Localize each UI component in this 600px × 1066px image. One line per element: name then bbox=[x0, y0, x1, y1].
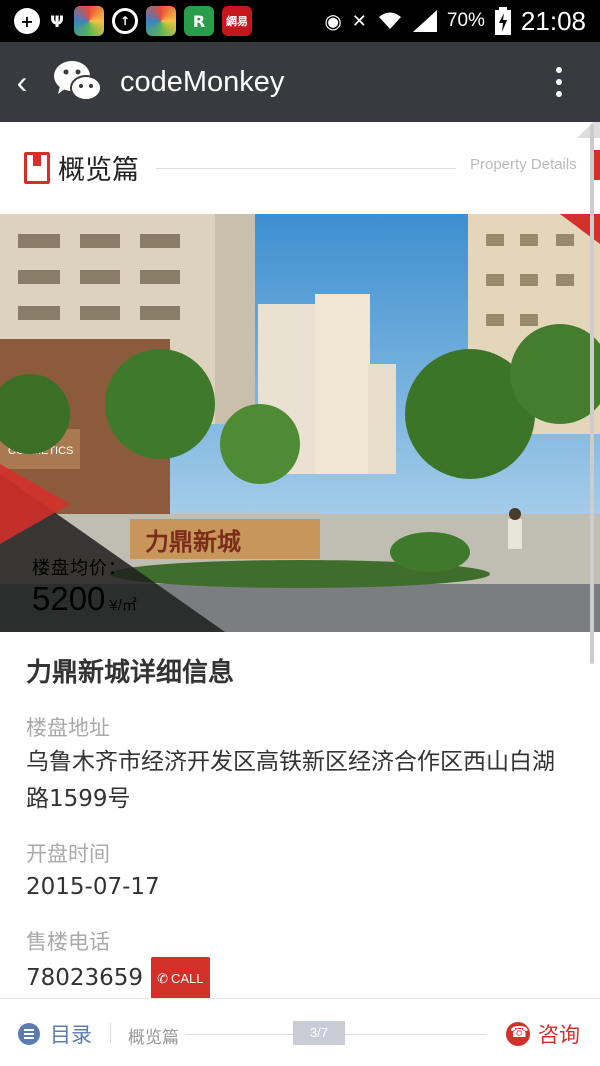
info-title: 力鼎新城详细信息 bbox=[26, 658, 235, 688]
signal-icon bbox=[412, 10, 437, 32]
phone-row: 78023659 ✆ CALL bbox=[26, 957, 571, 1000]
phone-icon: ✆ bbox=[157, 971, 168, 986]
battery-percent: 70% bbox=[446, 10, 485, 31]
phone-value: 78023659 bbox=[26, 965, 144, 991]
section-divider bbox=[156, 168, 456, 169]
toc-button[interactable]: 目录 bbox=[50, 1019, 92, 1049]
app-icon bbox=[146, 6, 176, 36]
list-icon[interactable] bbox=[18, 1023, 40, 1045]
section-header: 概览篇 Property Details bbox=[0, 122, 600, 214]
app-title: codeMonkey bbox=[120, 65, 285, 98]
usb-icon: Ψ bbox=[50, 11, 64, 31]
netease-icon: 網易 bbox=[222, 6, 252, 36]
bottom-bar: 目录 概览篇 3/7 咨询 bbox=[0, 998, 600, 1066]
scrollbar[interactable] bbox=[590, 124, 594, 664]
price-label: 楼盘均价： bbox=[32, 558, 127, 579]
divider bbox=[110, 1023, 111, 1043]
clock: 21:08 bbox=[520, 5, 586, 36]
address-value: 乌鲁木齐市经济开发区高铁新区经济合作区西山白湖路1599号 bbox=[26, 749, 555, 812]
current-page-name: 概览篇 bbox=[128, 1028, 179, 1048]
status-bar: + Ψ ↑ R 網易 ◉ ✕ 70% 21:08 bbox=[0, 0, 600, 42]
app-icon bbox=[74, 6, 104, 36]
title-bar: ‹ codeMonkey bbox=[0, 42, 600, 122]
wechat-icon bbox=[50, 54, 106, 110]
back-button[interactable]: ‹ bbox=[0, 64, 44, 101]
page-indicator: 3/7 bbox=[293, 1021, 345, 1045]
phone-call-icon[interactable] bbox=[506, 1022, 530, 1046]
battery-charging-icon bbox=[494, 7, 511, 35]
sync-icon: ↑ bbox=[112, 8, 138, 34]
call-label: CALL bbox=[170, 971, 204, 986]
chevron-left-icon: ‹ bbox=[16, 63, 28, 100]
phone-label: 售楼电话 bbox=[26, 930, 110, 954]
add-icon: + bbox=[14, 8, 40, 34]
call-button[interactable]: ✆ CALL bbox=[151, 957, 210, 1000]
r-app-icon: R bbox=[184, 6, 214, 36]
open-date-value: 2015-07-17 bbox=[26, 874, 160, 900]
eye-icon: ◉ bbox=[324, 10, 342, 33]
page-fold bbox=[570, 122, 600, 138]
price-value: 5200 ¥/㎡ bbox=[32, 580, 137, 618]
section-subtitle: Property Details bbox=[470, 156, 577, 173]
price-number: 5200 bbox=[32, 580, 106, 617]
wifi-icon bbox=[378, 12, 401, 29]
open-date-label: 开盘时间 bbox=[26, 842, 110, 866]
bookmark-icon bbox=[24, 152, 50, 184]
price-unit: ¥/㎡ bbox=[109, 597, 137, 614]
more-vertical-icon[interactable] bbox=[556, 67, 562, 97]
mute-icon: ✕ bbox=[351, 10, 367, 31]
property-image: COSMETICS 力鼎新城 楼盘均价： 5200¥/㎡ bbox=[0, 214, 600, 632]
section-title: 概览篇 bbox=[58, 155, 139, 186]
address-label: 楼盘地址 bbox=[26, 716, 110, 740]
consult-button[interactable]: 咨询 bbox=[538, 1019, 580, 1049]
entrance-sign: 力鼎新城 bbox=[145, 527, 241, 556]
